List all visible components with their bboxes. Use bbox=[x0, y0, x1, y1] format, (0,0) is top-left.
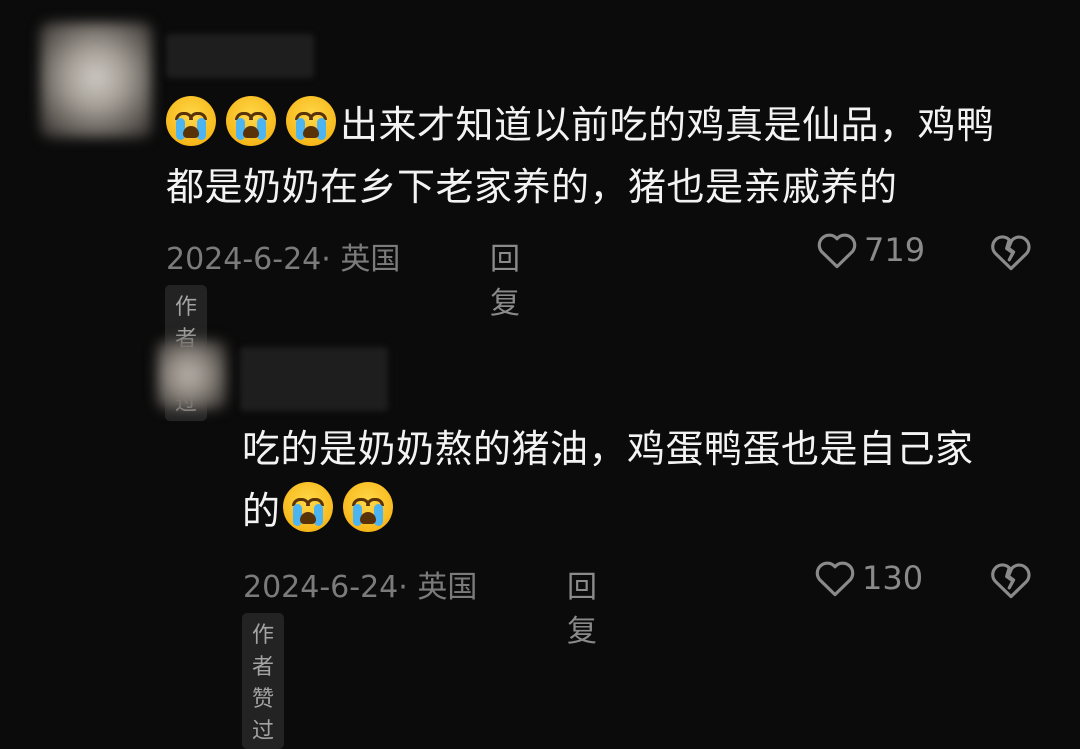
like-button[interactable]: 130 bbox=[814, 558, 923, 598]
broken-heart-icon bbox=[991, 563, 1031, 599]
avatar[interactable] bbox=[157, 340, 227, 410]
crying-face-icon bbox=[166, 96, 216, 146]
dislike-button[interactable] bbox=[990, 232, 1032, 276]
like-button[interactable]: 719 bbox=[816, 230, 925, 270]
like-count: 719 bbox=[864, 231, 926, 269]
comment-text: 吃的是奶奶熬的猪油，鸡蛋鸭蛋也是自己家 的 bbox=[242, 418, 1042, 542]
comment-text: 出来才知道以前吃的鸡真是仙品，鸡鸭 都是奶奶在乡下老家养的，猪也是亲戚养的 bbox=[166, 94, 1046, 218]
like-count: 130 bbox=[862, 559, 924, 597]
comment-text-line1: 出来才知道以前吃的鸡真是仙品，鸡鸭 bbox=[340, 103, 995, 147]
crying-face-icon bbox=[226, 96, 276, 146]
heart-outline-icon bbox=[817, 233, 857, 269]
comment-text-line2: 都是奶奶在乡下老家养的，猪也是亲戚养的 bbox=[166, 165, 898, 209]
crying-face-icon bbox=[282, 482, 333, 532]
comment-text-line1: 吃的是奶奶熬的猪油，鸡蛋鸭蛋也是自己家 bbox=[242, 427, 974, 471]
dislike-button[interactable] bbox=[990, 560, 1032, 604]
username-hidden[interactable] bbox=[166, 34, 314, 78]
avatar[interactable] bbox=[40, 22, 152, 138]
comment-text-line2: 的 bbox=[242, 489, 281, 533]
author-liked-badge: 作者赞过 bbox=[242, 613, 285, 749]
comment-date-location: 2024-6-24· 英国 bbox=[243, 570, 478, 605]
heart-outline-icon bbox=[815, 561, 855, 597]
reply-button[interactable]: 回复 bbox=[567, 562, 597, 650]
username-hidden[interactable] bbox=[240, 347, 388, 411]
crying-face-icon bbox=[286, 96, 336, 146]
broken-heart-icon bbox=[991, 235, 1031, 271]
reply-button[interactable]: 回复 bbox=[490, 234, 520, 322]
comment-date-location: 2024-6-24· 英国 bbox=[166, 242, 401, 277]
crying-face-icon bbox=[342, 482, 393, 532]
